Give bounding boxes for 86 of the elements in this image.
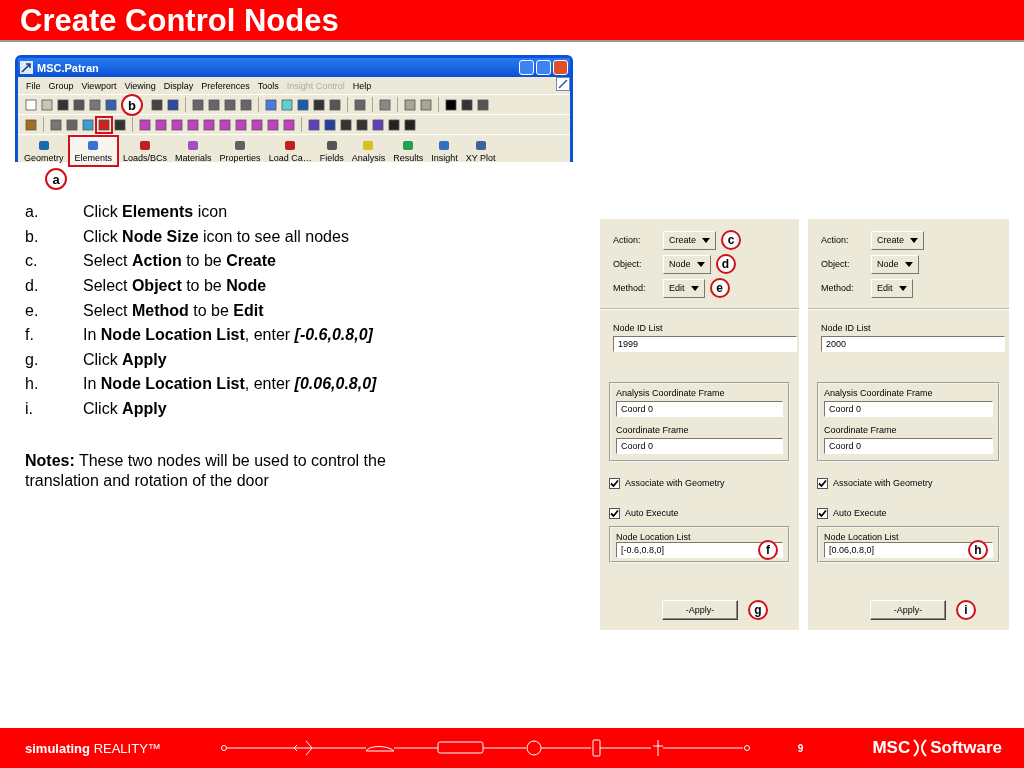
step-marker: h.: [25, 375, 40, 394]
step-text: Select Action to be Create: [83, 252, 276, 271]
step-text: Select Object to be Node: [83, 277, 267, 296]
field-label: Method:: [613, 283, 647, 293]
callout-label: i: [956, 600, 976, 620]
field-label: Coordinate Frame: [616, 425, 690, 435]
step-marker: g.: [25, 350, 40, 369]
input-field[interactable]: Coord 0: [824, 401, 993, 417]
menu-item[interactable]: Viewport: [77, 80, 121, 91]
step-marker: e.: [25, 301, 40, 320]
logo-text: MSC: [872, 738, 911, 758]
tagline: simulating REALITY™: [25, 740, 161, 756]
checkbox-label: Auto Execute: [833, 508, 887, 518]
module-tab[interactable]: Insight: [427, 135, 462, 167]
field-label: Analysis Coordinate Frame: [824, 388, 934, 398]
input-field[interactable]: Coord 0: [824, 438, 993, 454]
field-label: Analysis Coordinate Frame: [616, 388, 726, 398]
field-label: Node Location List: [824, 532, 900, 542]
menu-item[interactable]: Tools: [253, 80, 283, 91]
module-tab[interactable]: Fields: [315, 135, 348, 167]
field-label: Action:: [821, 235, 850, 245]
module-tab[interactable]: Geometry: [20, 135, 68, 167]
module-tab[interactable]: Analysis: [347, 135, 390, 167]
field-label: Coordinate Frame: [824, 425, 898, 435]
step-text: In Node Location List, enter [0.06,0.8,0]: [83, 375, 377, 394]
step-text: Select Method to be Edit: [83, 301, 264, 320]
step-marker: f.: [25, 326, 35, 345]
callout-label: a: [45, 168, 67, 190]
menu-item[interactable]: Display: [159, 80, 198, 91]
step-marker: a.: [25, 203, 40, 222]
module-tab[interactable]: Elements: [67, 135, 120, 167]
menu-item[interactable]: Group: [44, 80, 78, 91]
input-field[interactable]: 1999: [613, 336, 797, 352]
step-text: In Node Location List, enter [-0.6,0.8,0]: [83, 326, 373, 345]
field-label: Method:: [821, 283, 855, 293]
callout-label: h: [968, 540, 988, 560]
dropdown[interactable]: Edit: [871, 278, 913, 298]
checkbox-label: Associate with Geometry: [833, 478, 933, 488]
module-tab[interactable]: Materials: [171, 135, 216, 167]
callout-label: e: [709, 278, 730, 298]
step-marker: c.: [25, 252, 39, 271]
menu-item[interactable]: Viewing: [120, 80, 160, 91]
step-marker: i.: [25, 400, 34, 419]
page-number: 9: [797, 742, 804, 754]
module-tab[interactable]: Load Ca…: [264, 135, 316, 167]
dropdown[interactable]: Node: [663, 254, 711, 274]
field-label: Object:: [613, 259, 643, 269]
logo-text: Software: [930, 738, 1002, 758]
callout-label: g: [748, 600, 768, 620]
input-field[interactable]: Coord 0: [616, 438, 783, 454]
callout-label: c: [721, 230, 741, 250]
field-label: Object:: [821, 259, 851, 269]
callout-label: d: [715, 254, 736, 274]
dropdown[interactable]: Create: [663, 230, 716, 250]
dropdown[interactable]: Create: [871, 230, 924, 250]
step-text: Click Apply: [83, 400, 167, 419]
notes-text: Notes: These two nodes will be used to control the translation and rotation of the door: [25, 451, 387, 492]
apply-button[interactable]: -Apply-: [662, 600, 738, 620]
field-label: Node Location List: [616, 532, 692, 542]
callout-label: f: [758, 540, 778, 560]
step-text: Click Node Size icon to see all nodes: [83, 227, 349, 246]
menu-item[interactable]: Help: [348, 80, 376, 91]
input-field[interactable]: [-0.6,0.8,0] f: [616, 542, 783, 558]
module-tab[interactable]: XY Plot: [461, 135, 500, 167]
menu-item[interactable]: File: [22, 80, 45, 91]
step-text: Click Elements icon: [83, 203, 228, 222]
input-field[interactable]: [0.06,0.8,0] h: [824, 542, 993, 558]
field-label: Node ID List: [821, 323, 872, 333]
step-text: Click Apply: [83, 350, 167, 369]
menu-item[interactable]: Preferences: [197, 80, 254, 91]
module-tab[interactable]: Loads/BCs: [119, 135, 172, 167]
field-label: Node ID List: [613, 323, 664, 333]
field-label: Action:: [613, 235, 642, 245]
checkbox-label: Associate with Geometry: [625, 478, 725, 488]
input-field[interactable]: Coord 0: [616, 401, 783, 417]
dropdown[interactable]: Edit: [663, 278, 705, 298]
checkbox-label: Auto Execute: [625, 508, 679, 518]
step-marker: b.: [25, 227, 40, 246]
step-marker: d.: [25, 277, 40, 296]
module-tab[interactable]: Results: [389, 135, 428, 167]
input-field[interactable]: 2000: [821, 336, 1005, 352]
slide-title: Create Control Nodes: [19, 2, 339, 40]
module-tab[interactable]: Properties: [215, 135, 265, 167]
apply-button[interactable]: -Apply-: [870, 600, 946, 620]
dropdown[interactable]: Node: [871, 254, 919, 274]
window-title: MSC.Patran: [37, 61, 99, 74]
